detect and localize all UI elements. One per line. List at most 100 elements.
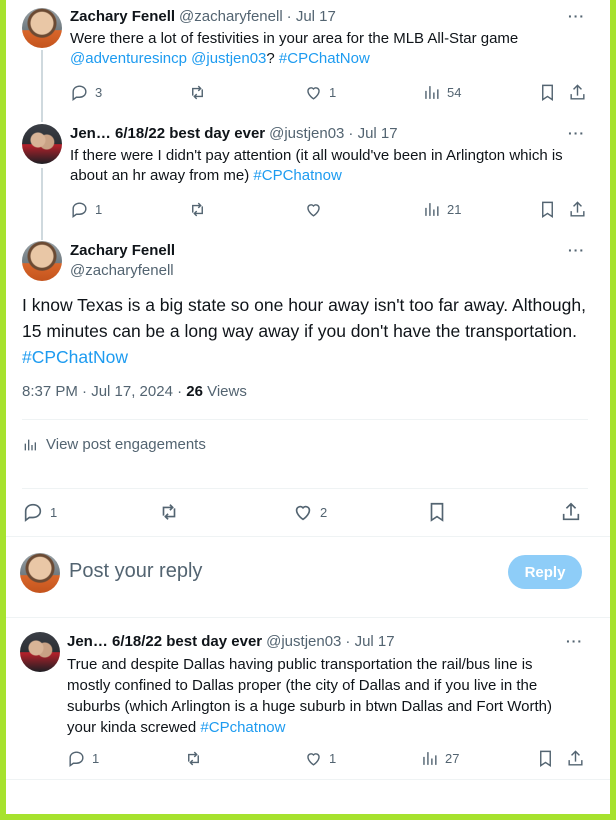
author-handle[interactable]: @zacharyfenell bbox=[179, 8, 283, 25]
like-button[interactable] bbox=[304, 197, 323, 221]
main-author-name[interactable]: Zachary Fenell bbox=[70, 242, 175, 259]
thread-line bbox=[41, 50, 43, 122]
reply-input[interactable]: Post your reply bbox=[69, 560, 202, 583]
author-handle[interactable]: @justjen03 bbox=[266, 633, 341, 650]
share-icon bbox=[562, 502, 580, 521]
like-count: 1 bbox=[329, 84, 337, 100]
reply-icon bbox=[69, 750, 84, 767]
tweet-header: Zachary Fenell @zacharyfenell · Jul 17 bbox=[70, 8, 336, 25]
avatar-zachary[interactable] bbox=[22, 241, 62, 281]
repost-button[interactable] bbox=[184, 746, 203, 770]
reply-button[interactable]: 1 bbox=[22, 500, 57, 524]
views-button[interactable]: 27 bbox=[420, 746, 459, 770]
bookmark-button[interactable] bbox=[538, 80, 557, 104]
divider bbox=[22, 488, 588, 489]
main-text-line: 15 minutes can be a long way away if you… bbox=[22, 321, 577, 341]
avatar-jen[interactable] bbox=[22, 124, 62, 164]
tweet-meta: 8:37 PM · Jul 17, 2024 · 26 Views bbox=[22, 383, 247, 400]
author-name[interactable]: Jen… 6/18/22 best day ever bbox=[70, 125, 265, 142]
tweet-text-line: your kinda screwed bbox=[67, 719, 197, 736]
bookmark-button[interactable] bbox=[536, 746, 555, 770]
bookmark-button[interactable] bbox=[426, 500, 448, 524]
repost-icon bbox=[162, 504, 176, 520]
hashtag-link[interactable]: #CPchatnow bbox=[200, 719, 285, 736]
more-options-icon[interactable]: ··· bbox=[568, 242, 585, 258]
tweet-text: If there were I didn't pay attention (it… bbox=[70, 146, 595, 186]
hashtag-link[interactable]: #CPChatnow bbox=[253, 167, 341, 184]
tweet-text: Were there a lot of festivities in your … bbox=[70, 29, 590, 69]
share-button[interactable] bbox=[568, 197, 587, 221]
tweet-header: Jen… 6/18/22 best day ever @justjen03 · … bbox=[67, 633, 395, 650]
reply-submit-button[interactable]: Reply bbox=[508, 555, 582, 589]
share-icon bbox=[568, 749, 583, 766]
tweet-text: True and despite Dallas having public tr… bbox=[67, 654, 595, 738]
repost-button[interactable] bbox=[188, 80, 207, 104]
hashtag-link[interactable]: #CPChatNow bbox=[279, 50, 370, 67]
main-tweet-text: I know Texas is a big state so one hour … bbox=[22, 292, 592, 370]
more-options-icon[interactable]: ··· bbox=[566, 633, 583, 649]
tweet-text-line: suburbs (which Arlington is a huge subur… bbox=[67, 698, 552, 715]
repost-icon bbox=[192, 85, 203, 99]
more-options-icon[interactable]: ··· bbox=[568, 8, 585, 24]
avatar-current-user bbox=[20, 553, 60, 593]
views-count: 21 bbox=[447, 201, 462, 217]
reply-icon bbox=[72, 84, 87, 101]
engagements-label: View post engagements bbox=[46, 436, 206, 453]
bookmark-icon bbox=[430, 502, 444, 522]
divider bbox=[22, 419, 588, 420]
timestamp[interactable]: 8:37 PM · Jul 17, 2024 · bbox=[22, 383, 186, 400]
tweet-text-line: mostly confined to Dallas proper (the ci… bbox=[67, 677, 538, 694]
thread-line bbox=[41, 168, 43, 240]
bookmark-icon bbox=[540, 750, 551, 767]
share-button[interactable] bbox=[566, 746, 585, 770]
divider bbox=[6, 617, 610, 618]
like-count: 1 bbox=[329, 750, 337, 766]
views-chart-icon bbox=[425, 85, 439, 99]
author-handle[interactable]: @justjen03 bbox=[269, 125, 344, 142]
main-tweet-actions: 1 2 bbox=[22, 500, 588, 524]
heart-icon bbox=[295, 505, 311, 521]
reply-button[interactable]: 3 bbox=[70, 80, 102, 104]
mention-links[interactable]: @adventuresincp @justjen03 bbox=[70, 50, 266, 67]
heart-icon bbox=[307, 86, 320, 100]
like-button[interactable]: 2 bbox=[292, 500, 327, 524]
bookmark-icon bbox=[542, 84, 553, 101]
repost-button[interactable] bbox=[188, 197, 207, 221]
reply-count: 3 bbox=[95, 84, 103, 100]
tweet-date[interactable]: · Jul 17 bbox=[345, 633, 394, 650]
hashtag-link[interactable]: #CPChatNow bbox=[22, 347, 128, 367]
views-count: 27 bbox=[445, 750, 460, 766]
reply-icon bbox=[72, 201, 87, 218]
views-count: 54 bbox=[447, 84, 462, 100]
tweet-text-line: True and despite Dallas having public tr… bbox=[67, 656, 533, 673]
repost-icon bbox=[192, 202, 203, 216]
like-button[interactable]: 1 bbox=[304, 80, 336, 104]
tweet-date[interactable]: · Jul 17 bbox=[287, 8, 336, 25]
tweet-actions: 3 1 54 bbox=[70, 80, 590, 104]
views-button[interactable]: 21 bbox=[422, 197, 461, 221]
share-button[interactable] bbox=[568, 80, 587, 104]
reply-count: 1 bbox=[92, 750, 100, 766]
reply-button[interactable]: 1 bbox=[70, 197, 102, 221]
divider bbox=[6, 536, 610, 537]
tweet-date[interactable]: · Jul 17 bbox=[348, 125, 397, 142]
tweet-header: Jen… 6/18/22 best day ever @justjen03 · … bbox=[70, 125, 398, 142]
view-engagements-link[interactable]: View post engagements bbox=[22, 436, 206, 453]
divider bbox=[6, 779, 610, 780]
repost-button[interactable] bbox=[158, 500, 180, 524]
more-options-icon[interactable]: ··· bbox=[568, 125, 585, 141]
author-name[interactable]: Jen… 6/18/22 best day ever bbox=[67, 633, 262, 650]
main-author-handle[interactable]: @zacharyfenell bbox=[70, 262, 174, 279]
share-button[interactable] bbox=[560, 500, 582, 524]
reply-button[interactable]: 1 bbox=[67, 746, 99, 770]
views-button[interactable]: 54 bbox=[422, 80, 461, 104]
views-chart-icon bbox=[24, 439, 36, 450]
tweet-text-line: If there were I didn't pay attention (it… bbox=[70, 147, 563, 164]
author-name[interactable]: Zachary Fenell bbox=[70, 8, 175, 25]
like-button[interactable]: 1 bbox=[304, 746, 336, 770]
reply-count: 1 bbox=[50, 504, 58, 520]
bookmark-button[interactable] bbox=[538, 197, 557, 221]
avatar-jen[interactable] bbox=[20, 632, 60, 672]
tweet-text-punct: ? bbox=[266, 50, 275, 67]
avatar-zachary[interactable] bbox=[22, 8, 62, 48]
